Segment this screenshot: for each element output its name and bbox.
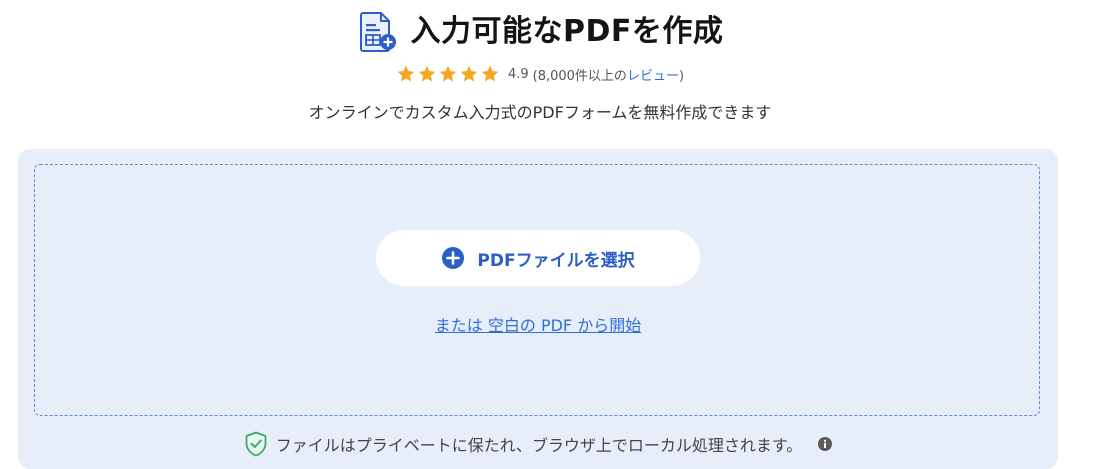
privacy-text: ファイルはプライベートに保たれ、ブラウザ上でローカル処理されます。 [275,436,803,455]
page: 入力可能なPDFを作成 4.9 (8,000件以上のレビュー) オンラインでカス… [0,0,1098,469]
rating-score: 4.9 [507,66,529,82]
upload-area: PDFファイルを選択 または 空白の PDF から開始 ファイルはプライベートに… [18,149,1058,469]
star-icon [418,65,436,82]
title-row: 入力可能なPDFを作成 [0,10,1080,54]
select-pdf-button[interactable]: PDFファイルを選択 [376,230,700,286]
reviews-link[interactable]: レビュー [627,69,679,84]
rating-row: 4.9 (8,000件以上のレビュー) [0,64,1080,84]
form-document-icon [359,12,396,52]
rating-close-paren: ) [678,68,685,84]
blank-pdf-link-row: または 空白の PDF から開始 [35,315,1041,337]
select-pdf-button-label: PDFファイルを選択 [477,250,635,271]
file-dropzone[interactable]: PDFファイルを選択 または 空白の PDF から開始 [34,164,1040,416]
page-subtitle: オンラインでカスタム入力式のPDFフォームを無料作成できます [308,103,772,122]
star-icon [397,65,415,82]
info-icon[interactable] [818,437,833,451]
rating-count-text: (8,000件以上の [532,68,627,84]
plus-circle-icon [442,247,465,269]
shield-check-icon [245,431,267,457]
page-title: 入力可能なPDFを作成 [410,14,724,49]
star-icon [481,65,499,82]
rating-count: (8,000件以上のレビュー) [533,65,684,84]
star-icon [439,65,457,82]
star-icon [460,65,478,82]
rating-stars [396,64,500,84]
start-blank-pdf-link[interactable]: または 空白の PDF から開始 [435,316,641,335]
header: 入力可能なPDFを作成 4.9 (8,000件以上のレビュー) オンラインでカス… [0,0,1098,150]
privacy-notice: ファイルはプライベートに保たれ、ブラウザ上でローカル処理されます。 [18,431,1058,457]
